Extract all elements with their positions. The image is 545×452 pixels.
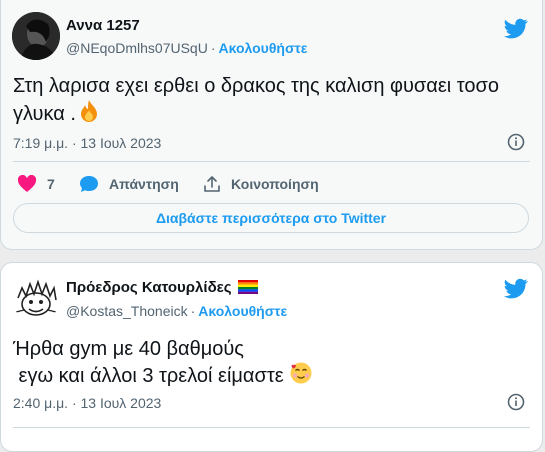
tweet-card-1: Αννα 1257 @NEqoDmlhs07USqU · Ακολουθήστε Σ… <box>0 0 543 250</box>
info-icon[interactable] <box>507 393 525 411</box>
twitter-bird-icon[interactable] <box>504 16 528 40</box>
tweet-text: Στη λαρισα εχει ερθει ο δρακος της καλισ… <box>13 74 499 99</box>
author-handle[interactable]: @Kostas_Thoneick <box>66 303 188 319</box>
tweet-timestamp[interactable]: 2:40 μ.μ. · 13 Ιουλ 2023 <box>13 395 161 411</box>
author-name[interactable]: Αννα 1257 <box>66 17 140 34</box>
reply-bubble-icon <box>80 176 98 192</box>
tweet-text-line-1: Ήρθα gym με 40 βαθμούς <box>13 338 244 360</box>
avatar[interactable] <box>12 274 60 322</box>
tweet-text-line-2: γλυκα . <box>13 99 100 130</box>
share-label: Κοινοποίηση <box>231 176 319 192</box>
tweet-timestamp[interactable]: 7:19 μ.μ. · 13 Ιουλ 2023 <box>13 135 161 151</box>
twitter-bird-icon[interactable] <box>504 276 528 300</box>
tweet-card-2: Πρόεδρος Κατουρλίδες @Kostas_Thoneick · Ακ… <box>0 262 543 452</box>
tweet-text-line2: γλυκα . <box>13 103 76 125</box>
tweet-text-line1: Στη λαρισα εχει ερθει ο δρακος της καλισ… <box>13 75 499 97</box>
rainbow-flag-emoji <box>237 280 258 298</box>
reply-button[interactable]: Απάντηση <box>79 175 179 193</box>
info-icon[interactable] <box>507 133 525 151</box>
separator-dot: · <box>210 40 216 56</box>
tweet-text-line2: εγω και άλλοι 3 τρελοί είμαστε <box>13 365 284 387</box>
like-button[interactable]: 7 <box>17 175 55 193</box>
author-handle[interactable]: @NEqoDmlhs07USqU <box>66 40 208 56</box>
share-button[interactable]: Κοινοποίηση <box>203 175 319 193</box>
author-name[interactable]: Πρόεδρος Κατουρλίδες <box>66 279 232 296</box>
reply-label: Απάντηση <box>109 176 179 192</box>
separator-dot: · <box>190 303 196 319</box>
read-more-button[interactable]: Διαβάστε περισσότερα στο Twitter <box>13 203 529 233</box>
follow-link[interactable]: Ακολουθήστε <box>219 40 308 56</box>
like-count: 7 <box>47 176 55 192</box>
divider <box>13 427 530 428</box>
share-icon <box>204 176 220 192</box>
heart-icon <box>17 175 37 192</box>
follow-link[interactable]: Ακολουθήστε <box>198 303 287 319</box>
fire-emoji <box>78 99 100 130</box>
avatar[interactable] <box>12 12 60 60</box>
divider <box>13 161 530 162</box>
tweet-text-line-2: εγω και άλλοι 3 τρελοί είμαστε <box>13 361 313 392</box>
smiling-face-hearts-emoji <box>289 361 313 392</box>
